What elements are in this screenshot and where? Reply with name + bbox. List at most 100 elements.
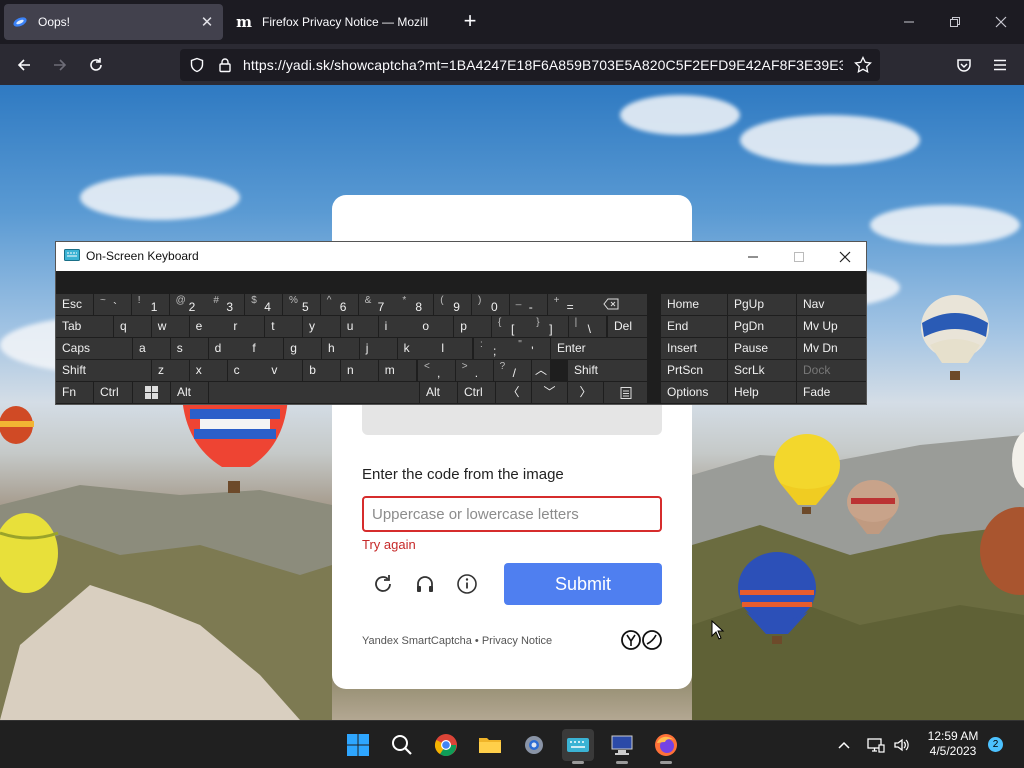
key-6[interactable]: ^ 6 (320, 294, 358, 315)
key-mv-up[interactable]: Mv Up (797, 316, 866, 337)
new-tab-button[interactable]: + (458, 10, 482, 34)
show-hidden-icons-chevron-icon[interactable] (830, 729, 858, 761)
key-end[interactable]: End (661, 316, 727, 337)
settings-gear-icon[interactable] (518, 729, 550, 761)
key-4[interactable]: $4 (245, 294, 283, 315)
key-u[interactable]: u (340, 316, 378, 337)
key-c[interactable]: c (227, 360, 265, 381)
back-icon[interactable] (10, 51, 38, 79)
url-text[interactable]: https://yadi.sk/showcaptcha?mt=1BA4247E1… (243, 57, 843, 73)
key-f[interactable]: f (246, 338, 284, 359)
key-pause[interactable]: Pause (728, 338, 796, 359)
key-ctrl-left[interactable]: Ctrl (94, 382, 132, 403)
submit-button[interactable]: Submit (504, 563, 662, 605)
on-screen-keyboard-taskbar-icon[interactable] (562, 729, 594, 764)
key-arrow-left[interactable]: 〈 (496, 382, 531, 403)
key-7[interactable]: & 7 (358, 294, 396, 315)
key-insert[interactable]: Insert (661, 338, 727, 359)
key-fn[interactable]: Fn (56, 382, 93, 403)
key-alt-left[interactable]: Alt (171, 382, 208, 403)
osk-minimize-icon[interactable] (730, 242, 776, 271)
key-q[interactable]: q (114, 316, 151, 337)
key-z[interactable]: z (152, 360, 189, 381)
key-r[interactable]: r (227, 316, 265, 337)
key-1[interactable]: ! 1 (131, 294, 169, 315)
key-9[interactable]: (9 (434, 294, 472, 315)
key-][interactable]: }] (530, 316, 568, 337)
lock-icon[interactable] (217, 57, 233, 78)
key-l[interactable]: l (435, 338, 473, 359)
key-prtscn[interactable]: PrtScn (661, 360, 727, 381)
close-tab-icon[interactable]: ✕ (199, 14, 215, 31)
key-ctrl-right[interactable]: Ctrl (458, 382, 495, 403)
key-alt-right[interactable]: Alt (420, 382, 457, 403)
tab-privacy-notice[interactable]: m Firefox Privacy Notice — Mozill (228, 4, 450, 40)
close-window-icon[interactable] (986, 8, 1016, 36)
key-context-menu-icon[interactable] (604, 382, 647, 403)
forward-icon[interactable] (46, 51, 74, 79)
key-n[interactable]: n (341, 360, 378, 381)
key-pgup[interactable]: PgUp (728, 294, 796, 315)
audio-headphones-icon[interactable] (410, 569, 440, 599)
reload-icon[interactable] (82, 51, 110, 79)
key-m[interactable]: m (378, 360, 416, 381)
osk-close-icon[interactable] (822, 242, 868, 271)
system-clock[interactable]: 12:59 AM 4/5/2023 (920, 729, 986, 759)
key-backspace[interactable] (575, 294, 647, 315)
notification-badge[interactable]: 2 (988, 737, 1003, 752)
key-nav[interactable]: Nav (797, 294, 866, 315)
privacy-notice-link[interactable]: Privacy Notice (482, 635, 552, 647)
key-x[interactable]: x (189, 360, 227, 381)
key-fade[interactable]: Fade (797, 382, 866, 403)
key-semicolon[interactable]: :; (474, 338, 512, 359)
firefox-icon[interactable] (650, 729, 682, 764)
key-caps[interactable]: Caps (56, 338, 132, 359)
key-period[interactable]: >. (455, 360, 493, 381)
key-5[interactable]: % 5 (283, 294, 320, 315)
key-g[interactable]: g (284, 338, 322, 359)
url-bar[interactable]: https://yadi.sk/showcaptcha?mt=1BA4247E1… (180, 49, 880, 81)
key-del[interactable]: Del (608, 316, 647, 337)
network-icon[interactable] (862, 729, 890, 761)
file-explorer-icon[interactable] (474, 729, 506, 761)
key-mv-dn[interactable]: Mv Dn (797, 338, 866, 359)
key-quote[interactable]: " ' (512, 338, 550, 359)
remote-desktop-icon[interactable] (606, 729, 638, 764)
key-help[interactable]: Help (728, 382, 796, 403)
chrome-icon[interactable] (430, 729, 462, 761)
osk-title-bar[interactable]: On-Screen Keyboard (56, 242, 866, 271)
refresh-icon[interactable] (368, 569, 398, 599)
tab-oops[interactable]: Oops! ✕ (4, 4, 223, 40)
key--[interactable]: _ - (509, 294, 547, 315)
key-s[interactable]: s (170, 338, 208, 359)
key-arrow-up[interactable]: ︿ (532, 360, 550, 381)
key-arrow-right[interactable]: 〉 (568, 382, 603, 403)
minimize-icon[interactable] (894, 8, 924, 36)
key-i[interactable]: i (378, 316, 416, 337)
windows-start-icon[interactable] (342, 729, 374, 761)
key-j[interactable]: j (359, 338, 397, 359)
key-esc[interactable]: Esc (56, 294, 93, 315)
key-scrlk[interactable]: ScrLk (728, 360, 796, 381)
key-a[interactable]: a (133, 338, 170, 359)
key-e[interactable]: e (189, 316, 227, 337)
bookmark-star-icon[interactable] (854, 55, 872, 79)
key-k[interactable]: k (397, 338, 435, 359)
key-o[interactable]: o (416, 316, 454, 337)
pocket-icon[interactable] (950, 51, 978, 79)
key-options[interactable]: Options (661, 382, 727, 403)
key-backslash[interactable]: | \ (568, 316, 607, 337)
key-shift-right[interactable]: Shift (568, 360, 647, 381)
key-`[interactable]: ~ ` (94, 294, 131, 315)
key-home[interactable]: Home (661, 294, 727, 315)
captcha-input[interactable] (362, 496, 662, 532)
key-b[interactable]: b (303, 360, 341, 381)
restore-icon[interactable] (940, 8, 970, 36)
key-[[interactable]: {[ (492, 316, 530, 337)
key-t[interactable]: t (265, 316, 303, 337)
key-v[interactable]: v (265, 360, 303, 381)
key-p[interactable]: p (454, 316, 492, 337)
info-icon[interactable] (452, 569, 482, 599)
key-space[interactable] (209, 382, 419, 403)
search-icon[interactable] (386, 729, 418, 761)
